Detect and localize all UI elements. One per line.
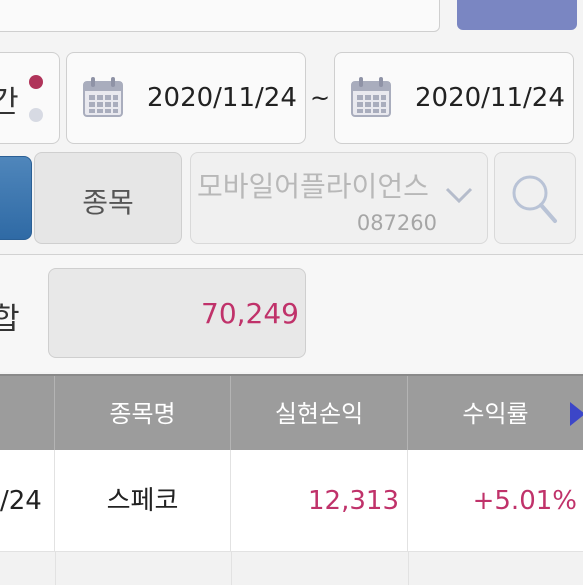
table-row[interactable]: /24 스페코 12,313 +5.01% bbox=[0, 450, 583, 552]
cell-stock-name: 스페코 bbox=[55, 450, 231, 552]
calendar-icon bbox=[83, 77, 123, 117]
table-header: 종목명 실현손익 수익률 bbox=[0, 374, 583, 452]
top-action-button[interactable] bbox=[457, 0, 577, 30]
radio-dot-selected[interactable] bbox=[29, 75, 43, 89]
summary-value-box: 70,249 bbox=[48, 268, 306, 358]
cell-date: /24 bbox=[0, 450, 55, 552]
search-button[interactable] bbox=[494, 152, 576, 244]
stock-select-dropdown[interactable]: 모바일어플라이언스 087260 bbox=[190, 152, 488, 244]
column-header-return-rate[interactable]: 수익률 bbox=[408, 376, 583, 452]
chevron-down-icon bbox=[445, 187, 473, 204]
from-date-text: 2020/11/24 bbox=[147, 83, 297, 113]
column-divider bbox=[231, 552, 232, 585]
cell-realized-profit: 12,313 bbox=[231, 450, 408, 552]
cell-return-rate: +5.01% bbox=[472, 486, 577, 516]
radio-dot-unselected[interactable] bbox=[29, 108, 43, 122]
column-header-stock-name[interactable]: 종목명 bbox=[55, 376, 231, 452]
column-header-realized-profit[interactable]: 실현손익 bbox=[231, 376, 408, 452]
top-input-field[interactable] bbox=[0, 0, 440, 32]
table-row[interactable] bbox=[0, 552, 583, 585]
scroll-right-arrow-icon[interactable] bbox=[570, 402, 583, 426]
from-date-picker[interactable]: 2020/11/24 bbox=[66, 52, 306, 144]
summary-label: 합 bbox=[0, 302, 20, 337]
column-divider bbox=[408, 552, 409, 585]
search-type-toggle-active[interactable] bbox=[0, 156, 32, 240]
stock-code: 087260 bbox=[356, 211, 437, 235]
column-divider bbox=[55, 552, 56, 585]
search-type-stock-label: 종목 bbox=[82, 186, 134, 219]
search-type-stock-button[interactable]: 종목 bbox=[34, 152, 182, 244]
period-radio-label: 간 bbox=[0, 77, 19, 121]
column-header-date[interactable] bbox=[0, 376, 55, 452]
search-icon bbox=[512, 175, 557, 223]
summary-value: 70,249 bbox=[201, 297, 299, 330]
to-date-text: 2020/11/24 bbox=[415, 83, 565, 113]
date-range-separator: ~ bbox=[310, 84, 331, 112]
calendar-icon bbox=[351, 77, 391, 117]
to-date-picker[interactable]: 2020/11/24 bbox=[334, 52, 574, 144]
stock-name: 모바일어플라이언스 bbox=[197, 170, 429, 203]
period-radio-group[interactable]: 간 bbox=[0, 52, 60, 144]
